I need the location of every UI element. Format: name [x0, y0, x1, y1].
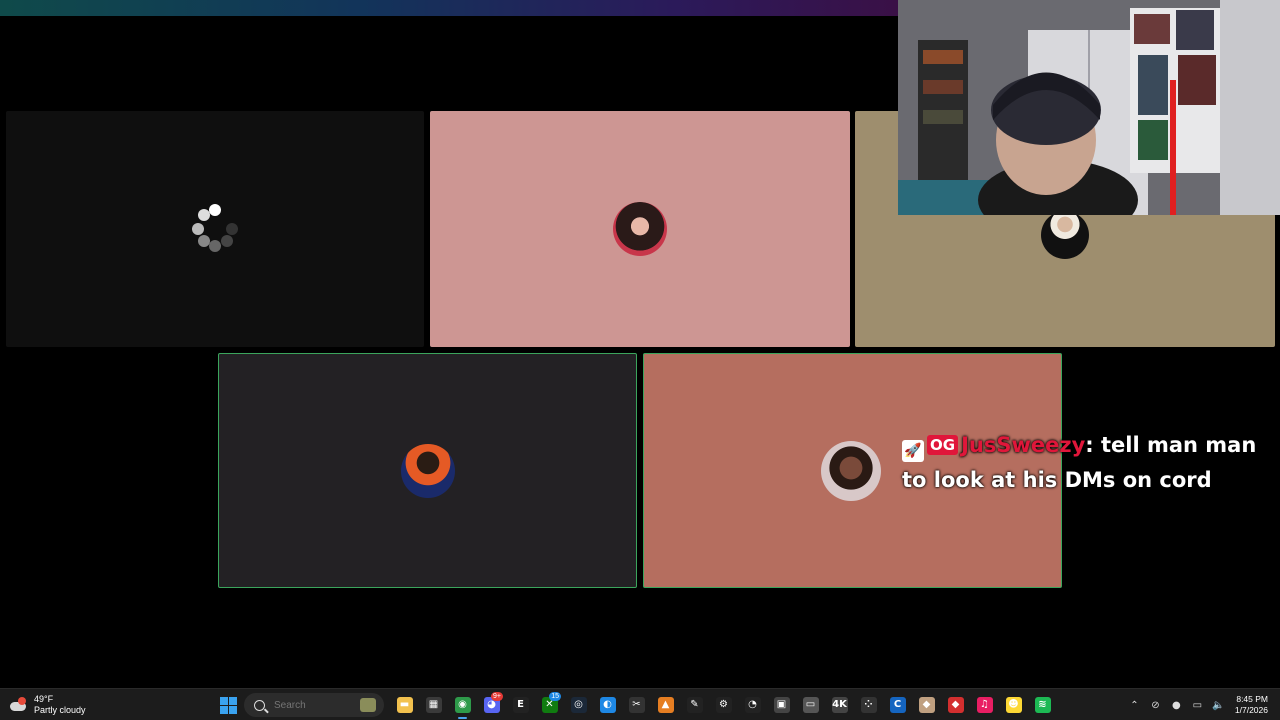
start-button[interactable] — [216, 693, 240, 717]
epic-games-icon: E — [512, 697, 529, 713]
store-icon: ▦ — [425, 697, 442, 713]
participant-tile-loading[interactable] — [6, 111, 424, 347]
participant-tile-2[interactable] — [430, 111, 850, 347]
gear-icon: ⚙ — [715, 697, 732, 713]
yellow-app-icon: ☻ — [1005, 697, 1022, 713]
taskbar: 49°F Partly cloudy ▬ ▦ ◉ ◕9+ E ✕15 ◎ ◐ ✂ ▲ ✎ ⚙ ◔ ▣ ▭ 4K… — [0, 688, 1280, 720]
spinner-icon — [190, 204, 240, 254]
tuxedo-avatar-icon — [1041, 211, 1089, 259]
taskbar-app-app-yellow[interactable]: ☻ — [999, 691, 1028, 719]
rocket-badge-icon: 🚀 — [902, 440, 924, 462]
mic-icon[interactable]: ● — [1166, 691, 1187, 719]
weather-icon — [10, 697, 28, 713]
taskbar-app-app-box[interactable]: ▣ — [767, 691, 796, 719]
chat-message: 🚀 OG JusSweezy: tell man man to look at hi… — [902, 428, 1277, 498]
clock-time: 8:45 PM — [1236, 694, 1268, 704]
record-icon: ◔ — [744, 697, 761, 713]
taskbar-app-app-bag[interactable]: ◆ — [912, 691, 941, 719]
taskbar-app-app-blue[interactable]: ◐ — [593, 691, 622, 719]
red-app-icon: ◆ — [947, 697, 964, 713]
dots-app-icon: ⁘ — [860, 697, 877, 713]
taskbar-app-pen-app[interactable]: ✎ — [680, 691, 709, 719]
taskbar-app-store[interactable]: ▦ — [419, 691, 448, 719]
wifi-off-icon[interactable]: ⊘ — [1145, 691, 1166, 719]
anime-avatar-icon — [400, 443, 455, 498]
desktop-screen: 🚀 OG JusSweezy: tell man man to look at hi… — [0, 0, 1280, 720]
chrome-icon: ◉ — [454, 697, 471, 713]
taskbar-app-recorder[interactable]: ◔ — [738, 691, 767, 719]
taskbar-app-screen-app[interactable]: ▭ — [796, 691, 825, 719]
system-tray: ⌃ ⊘ ● ▭ 🔈 8:45 PM 1/7/2026 — [1124, 689, 1276, 720]
search-highlight-icon — [360, 698, 376, 712]
taskbar-app-music[interactable]: ♫ — [970, 691, 999, 719]
woman-avatar-icon — [613, 202, 667, 256]
chat-username: JusSweezy — [961, 433, 1086, 457]
display-icon[interactable]: ▭ — [1187, 691, 1208, 719]
bag-app-icon: ◆ — [918, 697, 935, 713]
taskbar-app-chrome[interactable]: ◉ — [448, 691, 477, 719]
taskbar-app-xbox[interactable]: ✕ 15 — [535, 691, 564, 719]
box-app-icon: ▣ — [773, 697, 790, 713]
og-badge: OG — [927, 435, 959, 455]
taskbar-app-app-dots[interactable]: ⁘ — [854, 691, 883, 719]
taskbar-app-epic-games[interactable]: E — [506, 691, 535, 719]
weather-condition: Partly cloudy — [34, 705, 86, 715]
pen-icon: ✎ — [686, 697, 703, 713]
clock[interactable]: 8:45 PM 1/7/2026 — [1235, 694, 1268, 716]
notification-badge: 15 — [549, 692, 561, 701]
webcam-overlay — [898, 0, 1280, 215]
search-input[interactable] — [272, 698, 356, 712]
steam-icon: ◎ — [570, 697, 587, 713]
taskbar-app-app-red[interactable]: ◆ — [941, 691, 970, 719]
taskbar-app-app-orange[interactable]: ▲ — [651, 691, 680, 719]
folder-icon: ▬ — [396, 697, 413, 713]
volume-icon[interactable]: 🔈 — [1208, 691, 1229, 719]
music-icon: ♫ — [976, 697, 993, 713]
blue-app-icon: ◐ — [599, 697, 616, 713]
capcut-icon: ✂ — [628, 697, 645, 713]
taskbar-app-steam[interactable]: ◎ — [564, 691, 593, 719]
4k-video-icon: 4K — [831, 697, 848, 713]
taskbar-app-file-explorer[interactable]: ▬ — [390, 691, 419, 719]
participant-tile-4[interactable] — [218, 353, 637, 588]
weather-temp: 49°F — [34, 694, 54, 704]
webcam-feed-image — [898, 0, 1280, 215]
ccleaner-icon: C — [889, 697, 906, 713]
taskbar-app-discord[interactable]: ◕ 9+ — [477, 691, 506, 719]
chat-separator: : — [1085, 433, 1094, 457]
screen-icon: ▭ — [802, 697, 819, 713]
selfie-avatar-icon — [820, 440, 881, 501]
spotify-icon: ≋ — [1034, 697, 1051, 713]
weather-widget[interactable]: 49°F Partly cloudy — [10, 692, 86, 718]
notification-badge: 9+ — [491, 692, 503, 701]
taskbar-app-spotify[interactable]: ≋ — [1028, 691, 1057, 719]
taskbar-apps: ▬ ▦ ◉ ◕9+ E ✕15 ◎ ◐ ✂ ▲ ✎ ⚙ ◔ ▣ ▭ 4K ⁘ C ◆ ◆ ♫ ☻ ≋ — [216, 691, 1057, 719]
window-top-bar — [0, 0, 900, 16]
taskbar-app-ccleaner[interactable]: C — [883, 691, 912, 719]
search-icon — [254, 699, 265, 711]
taskbar-search[interactable] — [244, 693, 384, 717]
taskbar-app-capcut[interactable]: ✂ — [622, 691, 651, 719]
clock-date: 1/7/2026 — [1234, 705, 1268, 715]
taskbar-app-settings[interactable]: ⚙ — [709, 691, 738, 719]
orange-app-icon: ▲ — [657, 697, 674, 713]
taskbar-app-video-4k[interactable]: 4K — [825, 691, 854, 719]
chevron-up-icon[interactable]: ⌃ — [1124, 691, 1145, 719]
